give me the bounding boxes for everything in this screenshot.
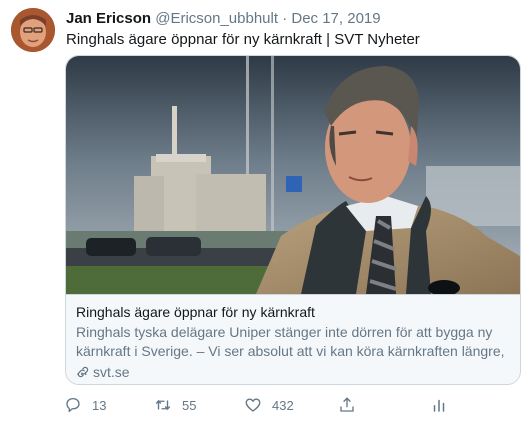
share-button[interactable]: [338, 391, 366, 419]
separator-dot: ·: [282, 10, 288, 27]
analytics-button[interactable]: [430, 391, 458, 419]
reply-count: 13: [92, 397, 107, 413]
analytics-icon: [433, 399, 445, 412]
like-button[interactable]: 432: [244, 391, 294, 419]
author-name[interactable]: Jan Ericson: [66, 10, 151, 27]
link-card[interactable]: Ringhals ägare öppnar för ny kärnkraft R…: [65, 55, 521, 385]
card-description: Ringhals tyska delägare Uniper stänger i…: [76, 324, 505, 378]
link-icon: [77, 366, 89, 378]
share-icon: [340, 397, 354, 412]
card-domain[interactable]: svt.se: [76, 363, 130, 381]
card-footer[interactable]: Ringhals ägare öppnar för ny kärnkraft R…: [66, 294, 520, 384]
retweet-count: 55: [182, 397, 197, 413]
like-count: 432: [272, 397, 294, 413]
reply-icon: [66, 397, 80, 413]
retweet-icon: [155, 399, 171, 411]
retweet-button[interactable]: 55: [154, 391, 196, 419]
tweet-date[interactable]: Dec 17, 2019: [291, 10, 380, 27]
author-handle[interactable]: @Ericson_ubbhult: [155, 10, 278, 27]
tweet-actions: 13 55 432: [60, 391, 480, 419]
avatar[interactable]: [11, 8, 55, 52]
tweet-header: Jan Ericson @Ericson_ubbhult · Dec 17, 2…: [66, 10, 381, 28]
card-image: [66, 56, 520, 294]
card-title[interactable]: Ringhals ägare öppnar för ny kärnkraft: [76, 303, 315, 321]
tweet[interactable]: Jan Ericson @Ericson_ubbhult · Dec 17, 2…: [0, 0, 529, 430]
heart-icon: [245, 398, 261, 412]
tweet-text: Ringhals ägare öppnar för ny kärnkraft |…: [66, 31, 420, 48]
card-domain-text: svt.se: [93, 364, 130, 380]
reply-button[interactable]: 13: [64, 391, 106, 419]
